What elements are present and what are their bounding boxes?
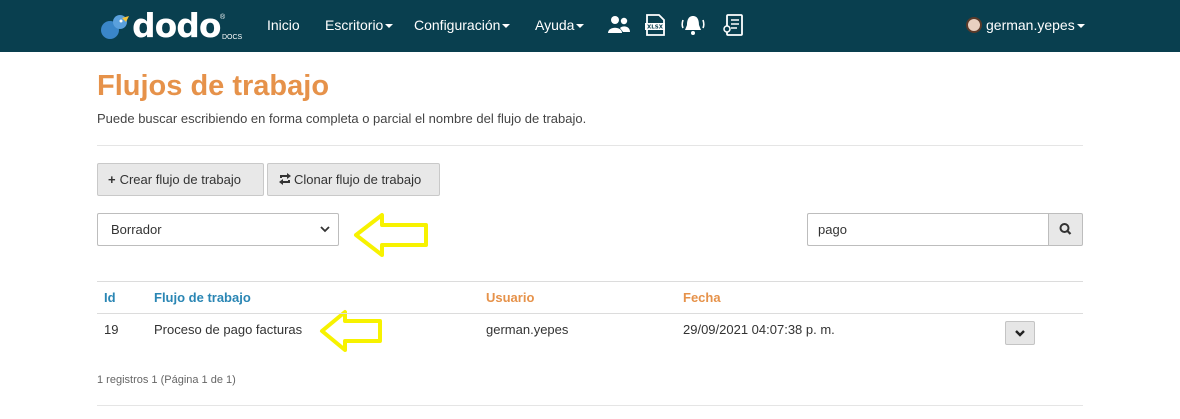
cell-fecha: 29/09/2021 04:07:38 p. m.	[683, 322, 835, 337]
top-navbar: dodo ® DOCS Inicio Escritorio Configurac…	[0, 0, 1180, 52]
nav-escritorio-label: Escritorio	[325, 17, 384, 33]
caret-down-icon	[385, 24, 394, 29]
report-icon[interactable]	[721, 12, 747, 38]
annotation-arrow-left-icon	[354, 213, 428, 257]
avatar	[966, 17, 982, 33]
divider	[97, 405, 1083, 406]
nav-inicio[interactable]: Inicio	[267, 17, 300, 33]
status-filter-select[interactable]: Borrador	[97, 213, 339, 246]
status-filter-value: Borrador	[111, 222, 162, 237]
user-name: german.yepes	[986, 17, 1075, 33]
cell-usuario: german.yepes	[486, 322, 569, 337]
nav-configuracion[interactable]: Configuración	[414, 17, 511, 33]
clone-icon	[279, 173, 291, 185]
page-subtitle: Puede buscar escribiendo en forma comple…	[97, 111, 587, 126]
annotation-arrow-left-icon	[320, 310, 382, 352]
column-header-usuario: Usuario	[486, 290, 535, 305]
svg-text:XLSX: XLSX	[647, 25, 664, 31]
divider	[97, 145, 1083, 146]
pagination-info: 1 registros 1 (Página 1 de 1)	[97, 374, 236, 386]
row-actions-button[interactable]	[1005, 321, 1035, 345]
column-header-flujo[interactable]: Flujo de trabajo	[154, 290, 251, 305]
search-input[interactable]: pago	[807, 213, 1049, 246]
logo-sub: DOCS	[222, 34, 243, 41]
column-header-fecha: Fecha	[683, 290, 721, 305]
xlsx-icon[interactable]: XLSX	[642, 12, 668, 38]
nav-ayuda[interactable]: Ayuda	[535, 17, 585, 33]
search-icon	[1059, 223, 1072, 235]
users-icon[interactable]	[606, 12, 632, 38]
logo-wordmark: dodo	[132, 6, 222, 45]
user-menu[interactable]: german.yepes	[966, 17, 1085, 33]
create-workflow-label: Crear flujo de trabajo	[119, 172, 241, 187]
cell-flujo[interactable]: Proceso de pago facturas	[154, 322, 302, 337]
table-header-border	[97, 313, 1083, 314]
caret-down-icon	[576, 24, 585, 29]
nav-configuracion-label: Configuración	[414, 17, 501, 33]
create-workflow-button[interactable]: + Crear flujo de trabajo	[97, 163, 264, 196]
dodo-logo[interactable]: dodo ® DOCS	[100, 6, 245, 46]
logo-registered: ®	[220, 14, 226, 21]
dodo-bird-icon	[101, 15, 129, 39]
bell-icon[interactable]	[680, 12, 706, 38]
caret-down-icon	[502, 24, 511, 29]
table-top-border	[97, 281, 1083, 282]
caret-down-icon	[1076, 24, 1085, 29]
cell-id: 19	[104, 322, 119, 337]
nav-ayuda-label: Ayuda	[535, 17, 575, 33]
clone-workflow-label: Clonar flujo de trabajo	[294, 172, 422, 187]
search-button[interactable]	[1048, 213, 1083, 246]
column-header-id[interactable]: Id	[104, 290, 116, 305]
clone-workflow-button[interactable]: Clonar flujo de trabajo	[267, 163, 440, 196]
page-title: Flujos de trabajo	[97, 70, 330, 102]
nav-escritorio[interactable]: Escritorio	[325, 17, 394, 33]
chevron-down-icon	[320, 226, 330, 233]
chevron-down-icon	[1015, 330, 1025, 337]
plus-icon: +	[108, 172, 116, 187]
